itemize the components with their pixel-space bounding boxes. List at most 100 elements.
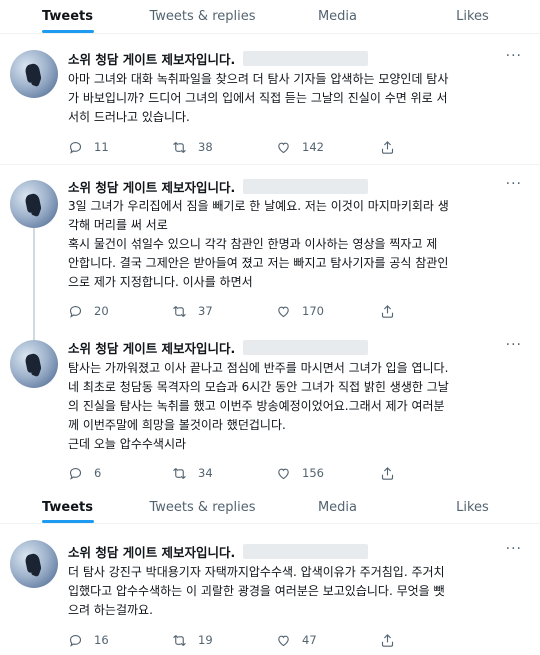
like-button[interactable]: 156 — [276, 466, 380, 481]
heart-icon — [278, 635, 289, 646]
share-icon — [381, 633, 394, 647]
profile-tabs: Tweets Tweets & replies Media Likes — [0, 492, 540, 524]
more-options-icon[interactable]: ··· — [506, 337, 522, 353]
avatar[interactable] — [10, 540, 58, 588]
retweet-icon — [173, 634, 186, 646]
display-name[interactable]: 소위 청담 게이트 제보자입니다. — [68, 542, 235, 561]
like-count: 142 — [302, 140, 324, 154]
more-options-icon[interactable]: ··· — [506, 541, 522, 557]
like-count: 170 — [302, 304, 324, 318]
tweet-text-line: 탐사는 가까워졌고 이사 끝나고 점심에 반주를 마시면서 그녀가 입을 엽니다… — [68, 361, 449, 375]
reply-icon — [69, 305, 82, 318]
tweet-text: 아마 그녀와 대화 녹취파일을 찾으려 더 탐사 기자들 압색하는 모양인데 탐… — [68, 70, 524, 127]
tab-likes[interactable]: Likes — [405, 492, 540, 523]
tab-tweets[interactable]: Tweets — [0, 0, 135, 33]
reply-button[interactable]: 20 — [68, 304, 172, 319]
tweet-text-line: 의 진실을 탐사는 녹취를 했고 이번주 방송예정이었어요.그래서 제가 여러분 — [68, 399, 445, 413]
share-icon — [381, 140, 394, 154]
display-name[interactable]: 소위 청담 게이트 제보자입니다. — [68, 338, 235, 357]
tweet-text-line: 아마 그녀와 대화 녹취파일을 찾으려 더 탐사 기자들 압색하는 모양인데 탐… — [68, 72, 449, 86]
reply-count: 16 — [94, 633, 109, 647]
tweet-header: 소위 청담 게이트 제보자입니다. — [68, 542, 369, 561]
like-count: 156 — [302, 466, 324, 480]
heart-icon — [278, 142, 289, 153]
tweet[interactable]: 소위 청담 게이트 제보자입니다. ··· 더 탐사 강진구 박대용기자 자택까… — [0, 530, 540, 655]
tweet-text-line: 혹시 물건이 섞일수 있으니 각각 참관인 한명과 이사하는 영상을 찍자고 제 — [68, 237, 438, 251]
profile-tabs: Tweets Tweets & replies Media Likes — [0, 0, 540, 34]
tweet-text-line: 3일 그녀가 우리집에서 짐을 빼기로 한 날예요. 저는 이것이 마지마키회라… — [68, 199, 449, 213]
tweet-text: 3일 그녀가 우리집에서 짐을 빼기로 한 날예요. 저는 이것이 마지마키회라… — [68, 197, 524, 292]
tab-label: Tweets — [41, 9, 94, 24]
tweet-text-line: 가 바보입니까? 드디어 그녀의 입에서 직접 듣는 그날의 진실이 수면 위로… — [68, 91, 448, 105]
like-count: 47 — [302, 633, 317, 647]
tweet-text-line: 각해 머리를 써 서로 — [68, 218, 168, 232]
like-button[interactable]: 47 — [276, 633, 380, 648]
tab-tweets[interactable]: Tweets — [0, 492, 135, 523]
share-icon — [381, 466, 394, 480]
tweet-text-line: 네 최초로 청담동 목격자의 모습과 6시간 동안 그녀가 직접 밝힌 생생한 … — [68, 380, 449, 394]
retweet-button[interactable]: 19 — [172, 633, 276, 648]
retweet-button[interactable]: 37 — [172, 304, 276, 319]
avatar[interactable] — [10, 50, 58, 98]
share-button[interactable] — [380, 140, 395, 155]
avatar[interactable] — [10, 340, 58, 388]
tab-active-indicator — [41, 520, 94, 523]
reply-button[interactable]: 11 — [68, 140, 172, 155]
tab-media[interactable]: Media — [270, 492, 405, 523]
tweet-text-line: 서히 드러나고 있습니다. — [68, 110, 190, 124]
share-button[interactable] — [380, 633, 395, 648]
tab-label: Tweets & replies — [149, 500, 256, 515]
display-name[interactable]: 소위 청담 게이트 제보자입니다. — [68, 177, 235, 196]
share-button[interactable] — [380, 304, 395, 319]
reply-icon — [69, 141, 82, 154]
tab-label: Likes — [456, 9, 489, 24]
redacted-handle — [243, 339, 369, 355]
tweet-text-line: 으로 제가 지정합니다. 이사를 하면서 — [68, 275, 253, 289]
tab-active-indicator — [41, 30, 94, 33]
heart-icon — [278, 306, 289, 317]
display-name[interactable]: 소위 청담 게이트 제보자입니다. — [68, 49, 235, 68]
reply-count: 20 — [94, 304, 109, 318]
divider — [0, 164, 540, 165]
heart-icon — [278, 468, 289, 479]
tab-label: Likes — [456, 500, 489, 515]
tweet[interactable]: 소위 청담 게이트 제보자입니다. ··· 탐사는 가까워졌고 이사 끝나고 점… — [0, 330, 540, 490]
tweet-actions: 16 19 47 — [68, 630, 488, 650]
tweet-text-line: 께 이번주말에 희망을 볼것이라 했던겁니다. — [68, 418, 286, 432]
retweet-count: 19 — [198, 633, 213, 647]
tweet-text-line: 으려 하는걸까요. — [68, 603, 153, 617]
share-button[interactable] — [380, 466, 395, 481]
tweet-text-line: 입했다고 압수수색하는 이 괴랄한 광경을 여러분은 보고있습니다. 무엇을 뺏 — [68, 584, 445, 598]
tab-label: Media — [317, 9, 358, 24]
tab-tweets-and-replies[interactable]: Tweets & replies — [135, 0, 270, 33]
reply-button[interactable]: 6 — [68, 466, 172, 481]
tab-media[interactable]: Media — [270, 0, 405, 33]
tweet-header: 소위 청담 게이트 제보자입니다. — [68, 338, 369, 357]
retweet-count: 37 — [198, 304, 213, 318]
tab-label: Tweets & replies — [149, 9, 256, 24]
tweet-text: 탐사는 가까워졌고 이사 끝나고 점심에 반주를 마시면서 그녀가 입을 엽니다… — [68, 359, 524, 454]
retweet-count: 34 — [198, 466, 213, 480]
retweet-button[interactable]: 38 — [172, 140, 276, 155]
tweet-text-line: 안합니다. 결국 그제안은 받아들여 졌고 저는 빠지고 탐사기자를 공식 참관… — [68, 256, 449, 270]
tweet-actions: 6 34 156 — [68, 463, 488, 483]
tweet-header: 소위 청담 게이트 제보자입니다. — [68, 177, 369, 196]
tab-label: Media — [317, 500, 358, 515]
tab-likes[interactable]: Likes — [405, 0, 540, 33]
avatar[interactable] — [10, 180, 58, 228]
tweet-text-line: 근데 오늘 압수수색시라 — [68, 437, 187, 451]
like-button[interactable]: 170 — [276, 304, 380, 319]
more-options-icon[interactable]: ··· — [506, 48, 522, 64]
tweet[interactable]: 소위 청담 게이트 제보자입니다. ··· 3일 그녀가 우리집에서 짐을 빼기… — [0, 170, 540, 330]
tweet[interactable]: 소위 청담 게이트 제보자입니다. ··· 아마 그녀와 대화 녹취파일을 찾으… — [0, 40, 540, 164]
like-button[interactable]: 142 — [276, 140, 380, 155]
redacted-handle — [243, 50, 369, 66]
reply-count: 6 — [94, 466, 102, 480]
retweet-button[interactable]: 34 — [172, 466, 276, 481]
tab-tweets-and-replies[interactable]: Tweets & replies — [135, 492, 270, 523]
tab-label: Tweets — [41, 500, 94, 515]
more-options-icon[interactable]: ··· — [506, 176, 522, 192]
tweet-actions: 20 37 170 — [68, 301, 488, 321]
reply-button[interactable]: 16 — [68, 633, 172, 648]
retweet-icon — [173, 141, 186, 153]
